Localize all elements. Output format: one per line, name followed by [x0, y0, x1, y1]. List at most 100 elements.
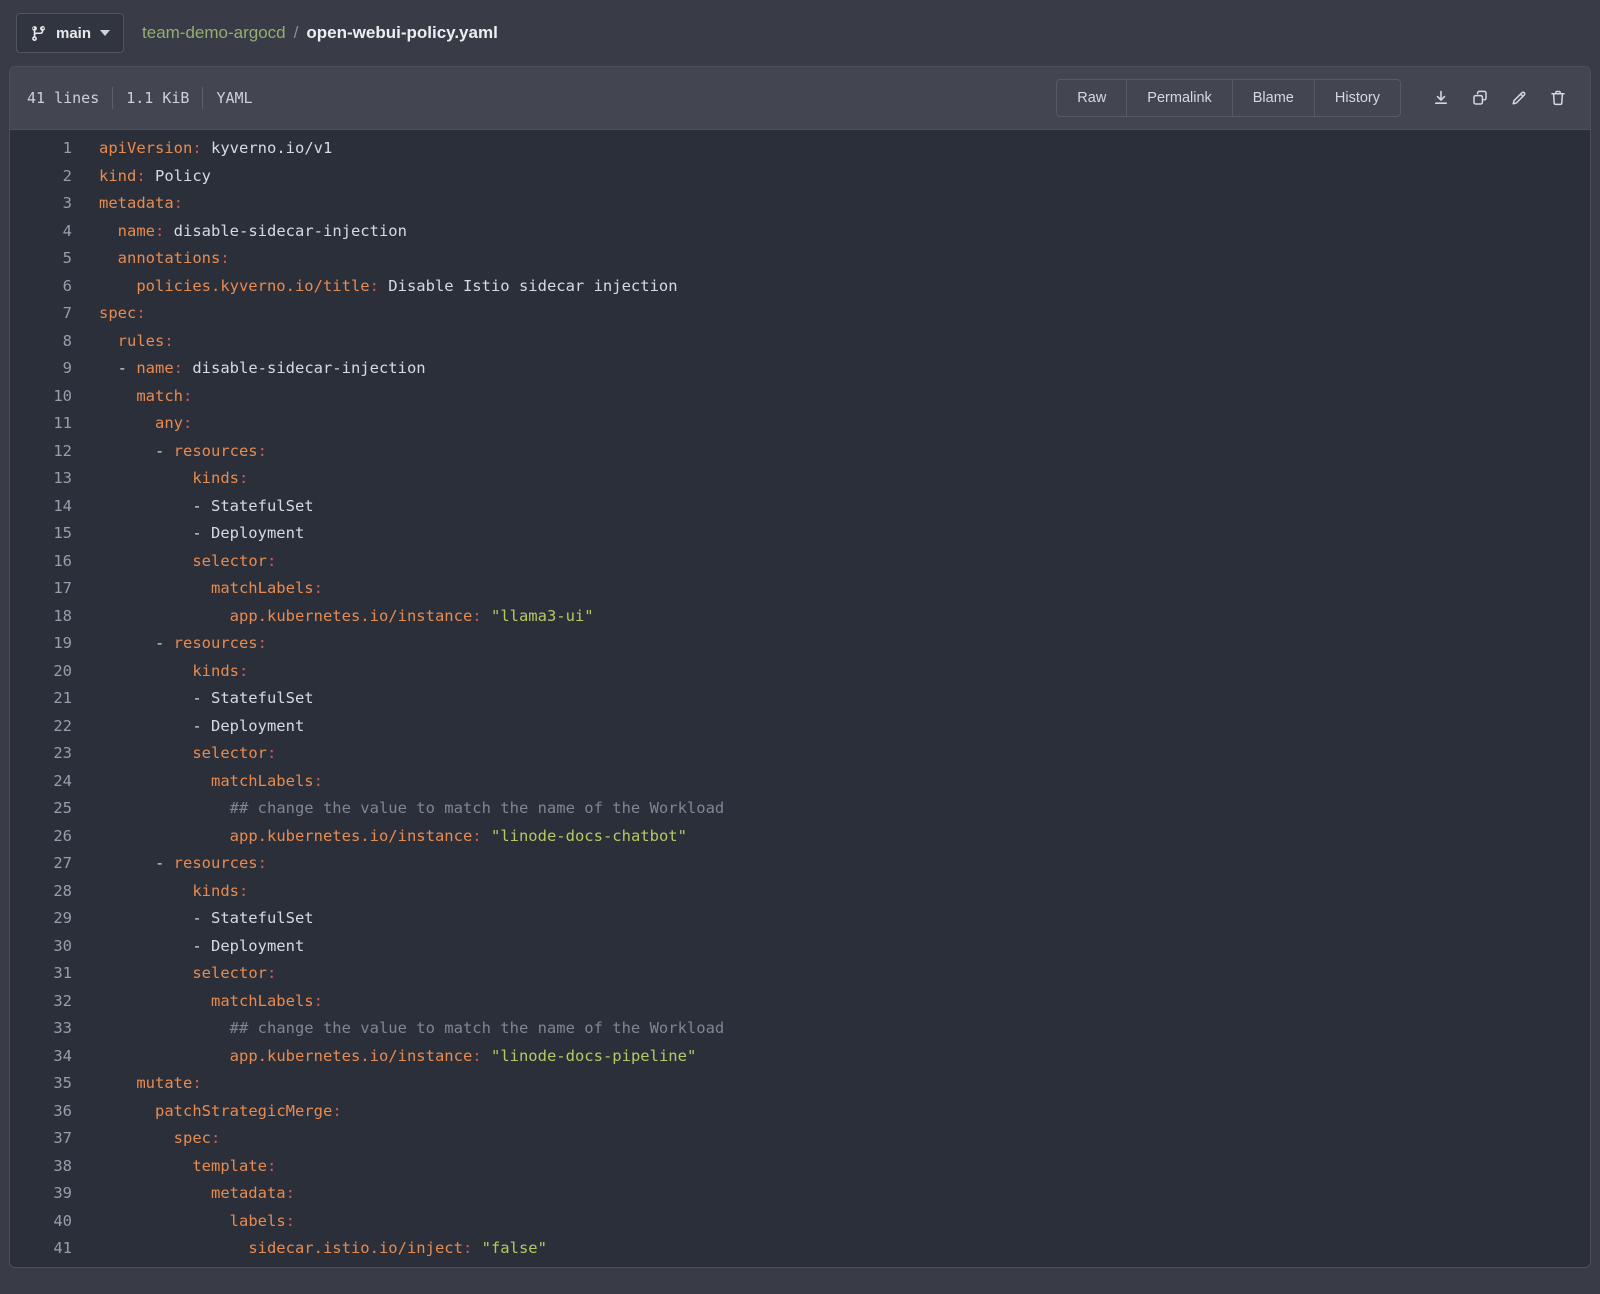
- line-number[interactable]: 33: [10, 1015, 72, 1043]
- line-number[interactable]: 1: [10, 135, 72, 163]
- line-content: app.kubernetes.io/instance: "llama3-ui": [72, 603, 594, 631]
- file-info-divider: [202, 87, 203, 109]
- line-content: name: disable-sidecar-injection: [72, 218, 407, 246]
- code-line: 22 - Deployment: [10, 713, 1590, 741]
- line-content: - Deployment: [72, 713, 304, 741]
- code-line: 38 template:: [10, 1153, 1590, 1181]
- line-number[interactable]: 24: [10, 768, 72, 796]
- breadcrumb-filename: open-webui-policy.yaml: [306, 23, 497, 43]
- line-number[interactable]: 26: [10, 823, 72, 851]
- line-number[interactable]: 38: [10, 1153, 72, 1181]
- line-content: - resources:: [72, 630, 267, 658]
- line-number[interactable]: 32: [10, 988, 72, 1016]
- code-line: 41 sidecar.istio.io/inject: "false": [10, 1235, 1590, 1263]
- line-content: matchLabels:: [72, 988, 323, 1016]
- line-number[interactable]: 5: [10, 245, 72, 273]
- line-number[interactable]: 23: [10, 740, 72, 768]
- line-number[interactable]: 35: [10, 1070, 72, 1098]
- line-number[interactable]: 21: [10, 685, 72, 713]
- line-number[interactable]: 20: [10, 658, 72, 686]
- code-line: 28 kinds:: [10, 878, 1590, 906]
- line-content: policies.kyverno.io/title: Disable Istio…: [72, 273, 678, 301]
- line-content: selector:: [72, 548, 276, 576]
- code-line: 29 - StatefulSet: [10, 905, 1590, 933]
- line-number[interactable]: 11: [10, 410, 72, 438]
- line-number[interactable]: 9: [10, 355, 72, 383]
- line-number[interactable]: 31: [10, 960, 72, 988]
- line-content: annotations:: [72, 245, 230, 273]
- line-number[interactable]: 19: [10, 630, 72, 658]
- code-line: 12 - resources:: [10, 438, 1590, 466]
- code-line: 21 - StatefulSet: [10, 685, 1590, 713]
- code-line: 27 - resources:: [10, 850, 1590, 878]
- line-number[interactable]: 18: [10, 603, 72, 631]
- line-number[interactable]: 34: [10, 1043, 72, 1071]
- line-number[interactable]: 29: [10, 905, 72, 933]
- code-line: 24 matchLabels:: [10, 768, 1590, 796]
- file-actions: Raw Permalink Blame History: [1056, 79, 1573, 117]
- line-content: any:: [72, 410, 192, 438]
- code-line: 9 - name: disable-sidecar-injection: [10, 355, 1590, 383]
- line-number[interactable]: 2: [10, 163, 72, 191]
- branch-name: main: [56, 25, 91, 42]
- code-line: 23 selector:: [10, 740, 1590, 768]
- file-info-divider: [112, 87, 113, 109]
- line-number[interactable]: 6: [10, 273, 72, 301]
- code-line: 10 match:: [10, 383, 1590, 411]
- branch-selector-button[interactable]: main: [16, 13, 124, 53]
- code-line: 11 any:: [10, 410, 1590, 438]
- line-content: - StatefulSet: [72, 905, 314, 933]
- line-number[interactable]: 17: [10, 575, 72, 603]
- code-line: 25 ## change the value to match the name…: [10, 795, 1590, 823]
- line-number[interactable]: 28: [10, 878, 72, 906]
- code-line: 31 selector:: [10, 960, 1590, 988]
- blame-button[interactable]: Blame: [1232, 80, 1314, 116]
- code-line: 6 policies.kyverno.io/title: Disable Ist…: [10, 273, 1590, 301]
- line-number[interactable]: 30: [10, 933, 72, 961]
- trash-icon: [1549, 89, 1567, 107]
- code-line: 15 - Deployment: [10, 520, 1590, 548]
- code-line: 18 app.kubernetes.io/instance: "llama3-u…: [10, 603, 1590, 631]
- file-lines-count: 41 lines: [27, 89, 99, 107]
- line-number[interactable]: 22: [10, 713, 72, 741]
- code-line: 4 name: disable-sidecar-injection: [10, 218, 1590, 246]
- line-number[interactable]: 12: [10, 438, 72, 466]
- breadcrumb-repo-link[interactable]: team-demo-argocd: [142, 23, 286, 43]
- code-line: 37 spec:: [10, 1125, 1590, 1153]
- line-number[interactable]: 41: [10, 1235, 72, 1263]
- line-content: selector:: [72, 960, 276, 988]
- line-content: template:: [72, 1153, 276, 1181]
- line-number[interactable]: 25: [10, 795, 72, 823]
- line-number[interactable]: 27: [10, 850, 72, 878]
- edit-pencil-icon: [1510, 89, 1528, 107]
- line-number[interactable]: 7: [10, 300, 72, 328]
- history-button[interactable]: History: [1314, 80, 1400, 116]
- raw-button[interactable]: Raw: [1057, 80, 1126, 116]
- permalink-button[interactable]: Permalink: [1126, 80, 1231, 116]
- line-number[interactable]: 14: [10, 493, 72, 521]
- line-number[interactable]: 15: [10, 520, 72, 548]
- line-number[interactable]: 4: [10, 218, 72, 246]
- code-line: 8 rules:: [10, 328, 1590, 356]
- download-button[interactable]: [1426, 83, 1456, 113]
- line-number[interactable]: 39: [10, 1180, 72, 1208]
- line-content: app.kubernetes.io/instance: "linode-docs…: [72, 823, 687, 851]
- line-content: - resources:: [72, 438, 267, 466]
- file-view-button-group: Raw Permalink Blame History: [1056, 79, 1401, 117]
- line-content: ## change the value to match the name of…: [72, 795, 724, 823]
- line-number[interactable]: 10: [10, 383, 72, 411]
- edit-button[interactable]: [1504, 83, 1534, 113]
- copy-button[interactable]: [1465, 83, 1495, 113]
- git-branch-icon: [30, 25, 47, 42]
- line-content: rules:: [72, 328, 174, 356]
- line-number[interactable]: 36: [10, 1098, 72, 1126]
- line-number[interactable]: 16: [10, 548, 72, 576]
- line-content: kinds:: [72, 465, 248, 493]
- line-number[interactable]: 13: [10, 465, 72, 493]
- line-number[interactable]: 3: [10, 190, 72, 218]
- delete-button[interactable]: [1543, 83, 1573, 113]
- line-number[interactable]: 37: [10, 1125, 72, 1153]
- line-number[interactable]: 8: [10, 328, 72, 356]
- line-content: patchStrategicMerge:: [72, 1098, 342, 1126]
- line-number[interactable]: 40: [10, 1208, 72, 1236]
